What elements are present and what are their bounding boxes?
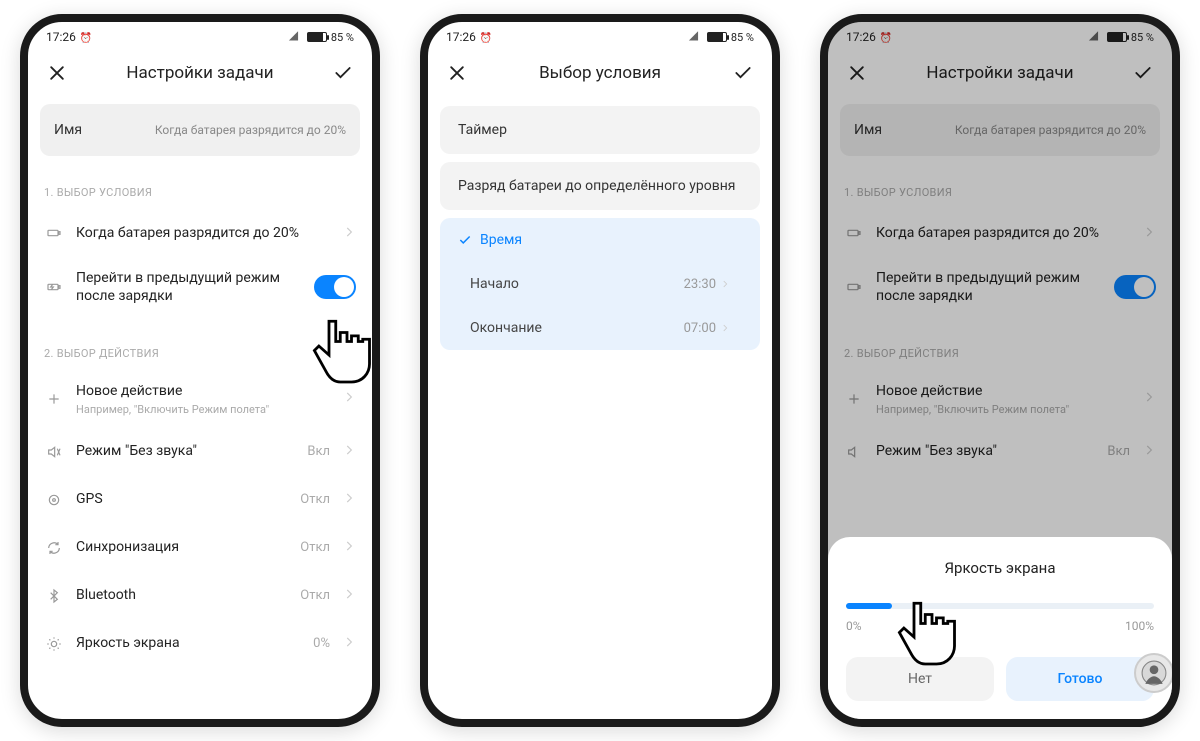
status-time: 17:26 xyxy=(46,30,76,44)
page-title: Настройки задачи xyxy=(926,63,1073,83)
alarm-icon xyxy=(80,30,92,44)
row-gps[interactable]: GPS Откл xyxy=(40,476,360,524)
chevron-right-icon xyxy=(720,279,730,289)
task-name-field[interactable]: Имя Когда батарея разрядится до 20% xyxy=(40,104,360,156)
row-bluetooth[interactable]: Bluetooth Откл xyxy=(40,572,360,620)
chevron-right-icon xyxy=(342,442,356,461)
option-time-block: Время Начало 23:30 Окончание 07:00 xyxy=(440,218,760,350)
row-battery-condition[interactable]: Когда батарея разрядится до 20% xyxy=(40,209,360,257)
row-new-action[interactable]: Новое действие Например, "Включить Режим… xyxy=(40,370,360,427)
battery-icon xyxy=(707,32,727,42)
slider-fill xyxy=(846,603,892,609)
mute-icon xyxy=(844,444,864,460)
row-battery-condition[interactable]: Когда батарея разрядится до 20% xyxy=(840,209,1160,257)
chevron-right-icon xyxy=(1142,389,1156,408)
row-revert-mode[interactable]: Перейти в предыдущий режим после зарядки xyxy=(840,257,1160,317)
close-icon[interactable] xyxy=(444,60,470,86)
avatar xyxy=(1134,653,1174,693)
header: Выбор условия xyxy=(428,48,772,98)
name-value: Когда батарея разрядится до 20% xyxy=(892,123,1146,137)
statusbar: 17:26 85 % xyxy=(28,22,372,48)
statusbar: 17:26 85 % xyxy=(828,22,1172,48)
bluetooth-icon xyxy=(44,588,64,604)
slider-min: 0% xyxy=(846,619,862,633)
chevron-right-icon xyxy=(342,586,356,605)
page-title: Выбор условия xyxy=(539,63,661,83)
confirm-icon[interactable] xyxy=(1130,60,1156,86)
status-battery: 85 % xyxy=(1131,31,1154,44)
mute-icon xyxy=(44,444,64,460)
row-silent-mode[interactable]: Режим "Без звука" Вкл xyxy=(840,428,1160,476)
name-label: Имя xyxy=(54,122,82,138)
confirm-icon[interactable] xyxy=(330,60,356,86)
battery-icon xyxy=(307,32,327,42)
section-action: 2. ВЫБОР ДЕЙСТВИЯ xyxy=(844,347,1156,360)
chevron-right-icon xyxy=(342,224,356,243)
time-end[interactable]: Окончание 07:00 xyxy=(440,306,760,350)
alarm-icon xyxy=(480,30,492,44)
plus-icon xyxy=(844,391,864,407)
sheet-title: Яркость экрана xyxy=(846,559,1154,577)
battery-icon xyxy=(1107,32,1127,42)
check-icon xyxy=(458,233,472,247)
section-condition: 1. ВЫБОР УСЛОВИЯ xyxy=(44,186,356,199)
signal-icon xyxy=(691,32,703,42)
battery-charge-icon xyxy=(844,279,864,295)
row-new-action[interactable]: Новое действие Например, "Включить Режим… xyxy=(840,370,1160,427)
option-time[interactable]: Время xyxy=(440,218,760,262)
gps-icon xyxy=(44,492,64,508)
signal-icon xyxy=(1091,32,1103,42)
statusbar: 17:26 85 % xyxy=(428,22,772,48)
chevron-right-icon xyxy=(342,490,356,509)
task-name-field[interactable]: Имя Когда батарея разрядится до 20% xyxy=(840,104,1160,156)
name-label: Имя xyxy=(854,122,882,138)
section-condition: 1. ВЫБОР УСЛОВИЯ xyxy=(844,186,1156,199)
done-button[interactable]: Готово xyxy=(1006,657,1154,701)
name-value: Когда батарея разрядится до 20% xyxy=(92,123,346,137)
status-time: 17:26 xyxy=(846,30,876,44)
sync-icon xyxy=(44,540,64,556)
time-start[interactable]: Начало 23:30 xyxy=(440,262,760,306)
revert-toggle[interactable] xyxy=(314,275,356,299)
close-icon[interactable] xyxy=(844,60,870,86)
chevron-right-icon xyxy=(720,323,730,333)
page-title: Настройки задачи xyxy=(126,63,273,83)
battery-low-icon xyxy=(844,225,864,241)
signal-icon xyxy=(291,32,303,42)
header: Настройки задачи xyxy=(828,48,1172,98)
chevron-right-icon xyxy=(342,634,356,653)
cancel-button[interactable]: Нет xyxy=(846,657,994,701)
revert-toggle[interactable] xyxy=(1114,275,1156,299)
row-revert-mode[interactable]: Перейти в предыдущий режим после зарядки xyxy=(40,257,360,317)
brightness-sheet: Яркость экрана 0% 100% Нет Готово xyxy=(828,537,1172,719)
status-battery: 85 % xyxy=(731,31,754,44)
battery-charge-icon xyxy=(44,279,64,295)
confirm-icon[interactable] xyxy=(730,60,756,86)
chevron-right-icon xyxy=(1142,442,1156,461)
header: Настройки задачи xyxy=(28,48,372,98)
alarm-icon xyxy=(880,30,892,44)
option-timer[interactable]: Таймер xyxy=(440,106,760,154)
status-time: 17:26 xyxy=(446,30,476,44)
phone-1: 17:26 85 % Настройки задачи Имя Когда ба… xyxy=(20,14,380,727)
option-battery-level[interactable]: Разряд батареи до определённого уровня xyxy=(440,162,760,210)
phone-2: 17:26 85 % Выбор условия Таймер Разряд б… xyxy=(420,14,780,727)
brightness-slider[interactable] xyxy=(846,603,1154,609)
phone-3: 17:26 85 % Настройки задачи Имя Когда ба… xyxy=(820,14,1180,727)
close-icon[interactable] xyxy=(44,60,70,86)
row-sync[interactable]: Синхронизация Откл xyxy=(40,524,360,572)
row-silent-mode[interactable]: Режим "Без звука" Вкл xyxy=(40,428,360,476)
chevron-right-icon xyxy=(342,389,356,408)
status-battery: 85 % xyxy=(331,31,354,44)
plus-icon xyxy=(44,391,64,407)
row-brightness[interactable]: Яркость экрана 0% xyxy=(40,620,360,668)
slider-max: 100% xyxy=(1125,619,1154,633)
chevron-right-icon xyxy=(1142,224,1156,243)
brightness-icon xyxy=(44,636,64,652)
section-action: 2. ВЫБОР ДЕЙСТВИЯ xyxy=(44,347,356,360)
chevron-right-icon xyxy=(342,538,356,557)
battery-low-icon xyxy=(44,225,64,241)
